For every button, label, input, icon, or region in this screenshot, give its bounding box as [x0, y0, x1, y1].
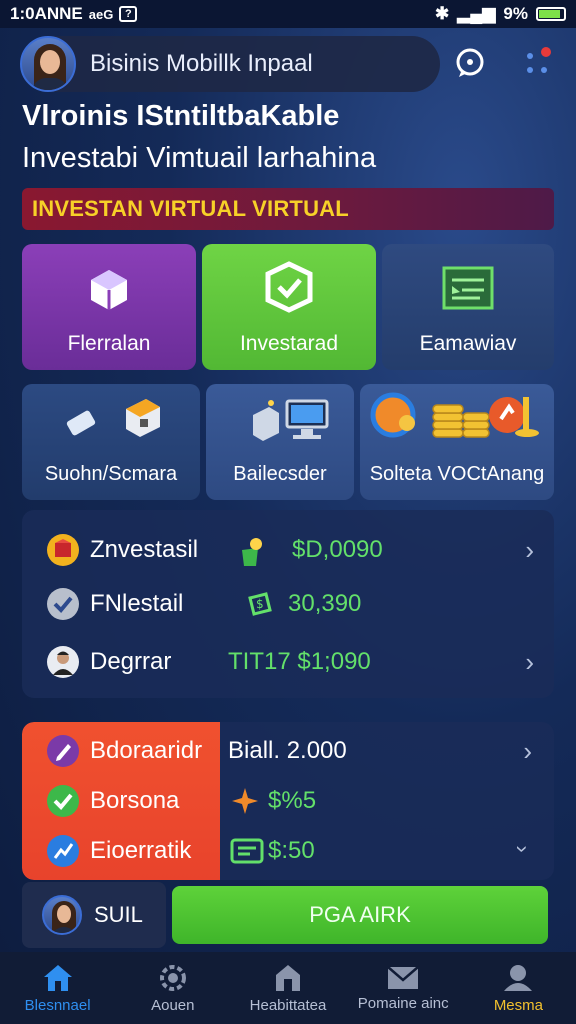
- house-icon: [276, 964, 300, 991]
- banner-text: INVESTAN VIRTUAL VIRTUAL: [32, 196, 349, 221]
- list-item[interactable]: Borsona $%5: [22, 776, 554, 826]
- chevron-right-icon: ›: [525, 534, 534, 565]
- chat-button[interactable]: [452, 44, 488, 85]
- list-item-value: TIT17 $1;090: [228, 648, 371, 675]
- mail-icon: [387, 965, 420, 989]
- primary-action-button[interactable]: PGA AIRK: [172, 886, 548, 944]
- tile-label: Flerralan: [67, 332, 151, 355]
- nav-label: Aouen: [151, 996, 195, 1014]
- svg-text:$: $: [256, 597, 264, 611]
- page-subtitle: Investabi Vimtuail larhahina: [22, 142, 377, 174]
- edit-icon: [47, 735, 79, 767]
- computer-icon: [253, 399, 329, 441]
- list-item-name: Degrrar: [90, 648, 172, 675]
- nav-item-heabittatea[interactable]: Heabittatea: [230, 952, 345, 1024]
- tile-label: Eamawiav: [419, 332, 517, 355]
- bluetooth-icon: ✱: [434, 4, 450, 23]
- tile-label: Solteta VOCtAnang: [369, 463, 545, 485]
- cta-label: PGA AIRK: [309, 902, 411, 927]
- bottom-nav: Blesnnael Aouen Heabittatea Pomaine ainc…: [0, 952, 576, 1024]
- page-title: Vlroinis IStntiltbaKable: [22, 100, 340, 132]
- list-item[interactable]: Bdoraaridr Biall. 2.000 ›: [22, 726, 554, 776]
- nav-item-home[interactable]: Blesnnael: [0, 952, 115, 1024]
- check-icon: [47, 785, 79, 817]
- card-icon: [230, 838, 264, 864]
- tile-flerralan[interactable]: Flerralan: [22, 244, 196, 370]
- user-name: SUIL: [94, 902, 143, 927]
- user-avatar: [42, 895, 82, 935]
- nav-label: Mesma: [493, 996, 543, 1014]
- pipe-icon: [66, 399, 160, 437]
- tile-eamawiav[interactable]: Eamawiav: [382, 244, 554, 370]
- shield-check-icon: [265, 261, 313, 313]
- list-item-name: Bdoraaridr: [90, 737, 203, 764]
- home-icon: [43, 964, 72, 991]
- sparkle-icon: [232, 788, 258, 814]
- list-item-name: Eioerratik: [90, 837, 192, 864]
- signal-icon: ▂▄▆: [457, 4, 496, 23]
- chevron-right-icon: ›: [525, 646, 534, 677]
- tile-label: Suohn/Scmara: [44, 463, 178, 485]
- check-icon: [47, 588, 79, 620]
- chart-icon: [47, 835, 79, 867]
- document-icon: [442, 266, 494, 310]
- list-item-name: Borsona: [90, 787, 180, 814]
- tile-investarad[interactable]: Investarad: [202, 244, 376, 370]
- nav-label: Heabittatea: [249, 996, 327, 1014]
- user-chip[interactable]: SUIL: [22, 882, 166, 948]
- dots-menu-icon: [527, 47, 551, 73]
- action-list: Bdoraaridr Biall. 2.000 › Borsona $%5 Ei…: [22, 722, 554, 880]
- list-item-value: $D,0090: [292, 536, 383, 563]
- list-item-value: Biall. 2.000: [228, 737, 347, 764]
- nav-label: Pomaine ainc: [357, 994, 449, 1012]
- cash-icon: $: [248, 592, 272, 616]
- nav-item-pomaine[interactable]: Pomaine ainc: [346, 952, 461, 1024]
- battery-percent: 9%: [503, 4, 528, 23]
- coins-icon: [370, 392, 539, 438]
- list-item-name: Znvestasil: [90, 536, 199, 563]
- list-item-value: $%5: [268, 787, 317, 814]
- tile-bailecsder[interactable]: Bailecsder: [206, 384, 354, 500]
- nav-label: Blesnnael: [24, 996, 91, 1014]
- investment-list: Znvestasil $D,0090 › FNlestail $ 30,390 …: [22, 510, 554, 698]
- profile-header[interactable]: Bisinis Mobillk Inpaal: [20, 36, 440, 92]
- person-icon: [47, 646, 79, 678]
- list-item[interactable]: Degrrar TIT17 $1;090 ›: [22, 634, 554, 690]
- chevron-down-icon[interactable]: ›: [509, 845, 535, 852]
- chevron-right-icon: ›: [523, 736, 532, 766]
- status-bar: 1:0ANNE aeG ? ✱ ▂▄▆ 9%: [0, 0, 576, 28]
- list-item-name: FNlestail: [90, 590, 184, 617]
- promo-banner[interactable]: INVESTAN VIRTUAL VIRTUAL: [22, 188, 554, 230]
- cube-icon: [91, 270, 127, 310]
- list-item-value: $:50: [268, 837, 315, 864]
- tile-label: Investarad: [239, 332, 339, 355]
- nav-item-mesma[interactable]: Mesma: [461, 952, 576, 1024]
- list-item[interactable]: Znvestasil $D,0090 ›: [22, 522, 554, 578]
- gear-icon: [159, 964, 186, 991]
- status-carrier: aeG: [88, 6, 114, 22]
- box-icon: [47, 534, 79, 566]
- status-time: 1:0ANNE: [10, 4, 83, 23]
- battery-icon: [536, 7, 566, 21]
- tile-suohn[interactable]: Suohn/Scmara: [22, 384, 200, 500]
- list-item-value: 30,390: [288, 590, 362, 617]
- user-icon: [504, 964, 533, 991]
- nav-item-aouen[interactable]: Aouen: [115, 952, 230, 1024]
- tile-solteta[interactable]: Solteta VOCtAnang: [360, 384, 554, 500]
- tile-label: Bailecsder: [233, 463, 327, 485]
- list-item[interactable]: FNlestail $ 30,390: [22, 576, 554, 632]
- chat-icon: [456, 48, 484, 77]
- avatar[interactable]: [20, 36, 76, 92]
- profile-name: Bisinis Mobillk Inpaal: [90, 50, 313, 77]
- list-item[interactable]: Eioerratik $:50 ›: [22, 826, 554, 876]
- menu-button[interactable]: [520, 44, 556, 85]
- notification-icon: ?: [119, 6, 138, 22]
- money-bag-icon: [242, 538, 262, 566]
